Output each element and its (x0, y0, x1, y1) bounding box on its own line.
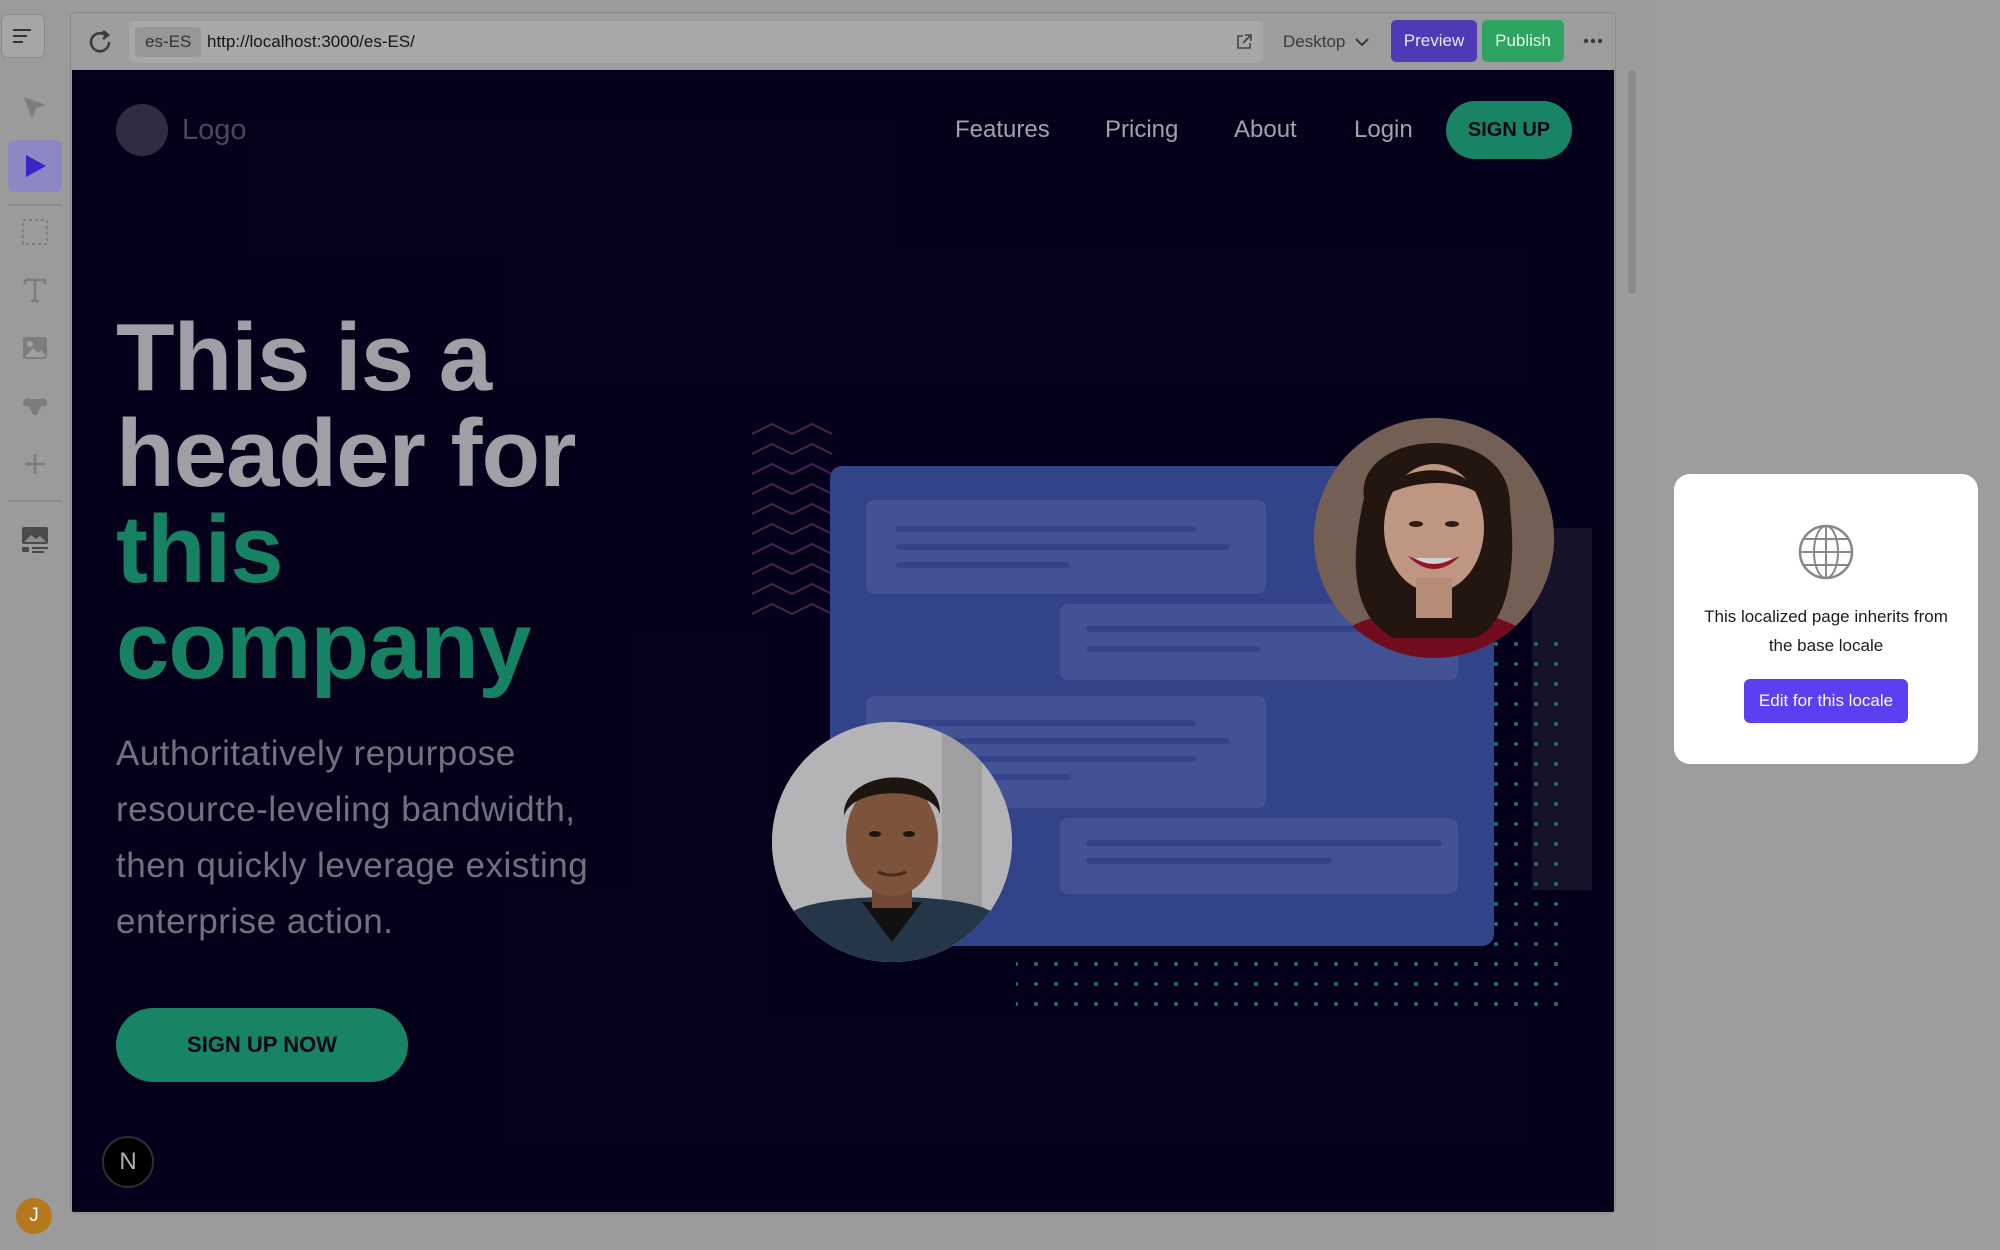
user-avatar[interactable]: J (16, 1198, 52, 1234)
preview-button[interactable]: Preview (1391, 20, 1477, 62)
edit-locale-button[interactable]: Edit for this locale (1744, 679, 1908, 723)
device-label: Desktop (1283, 32, 1346, 51)
device-selector[interactable]: Desktop (1283, 21, 1370, 63)
frame-select-icon[interactable] (8, 206, 62, 258)
chevron-down-icon (1355, 38, 1370, 47)
browser-preview-frame: es-ES http://localhost:3000/es-ES/ Deskt… (70, 12, 1616, 1214)
more-options-icon[interactable] (1579, 27, 1607, 55)
browser-toolbar: es-ES http://localhost:3000/es-ES/ Deskt… (71, 13, 1615, 69)
site-preview: Logo Features Pricing About Login SIGN U… (72, 70, 1614, 1212)
url-bar[interactable]: es-ES http://localhost:3000/es-ES/ (129, 21, 1263, 63)
menu-icon[interactable] (1, 14, 45, 58)
dim-overlay (72, 70, 1614, 1212)
reload-icon[interactable] (85, 27, 115, 57)
external-link-icon[interactable] (1235, 33, 1253, 51)
play-icon[interactable] (8, 140, 62, 192)
locale-chip[interactable]: es-ES (135, 27, 202, 57)
cursor-select-icon[interactable] (8, 82, 62, 134)
media-library-icon[interactable] (8, 514, 62, 566)
globe-icon (1798, 524, 1854, 580)
url-text[interactable]: http://localhost:3000/es-ES/ (207, 21, 415, 63)
preview-scrollbar[interactable] (1628, 70, 1636, 294)
popover-message: This localized page inherits from the ba… (1704, 607, 1948, 655)
locale-popover: This localized page inherits from the ba… (1674, 474, 1978, 764)
image-tool-icon[interactable] (8, 322, 62, 374)
add-icon[interactable] (8, 438, 62, 490)
component-tool-icon[interactable] (8, 380, 62, 432)
tool-rail: J (0, 0, 70, 1250)
rail-divider (8, 500, 62, 502)
publish-button[interactable]: Publish (1482, 20, 1564, 62)
text-tool-icon[interactable] (8, 264, 62, 316)
